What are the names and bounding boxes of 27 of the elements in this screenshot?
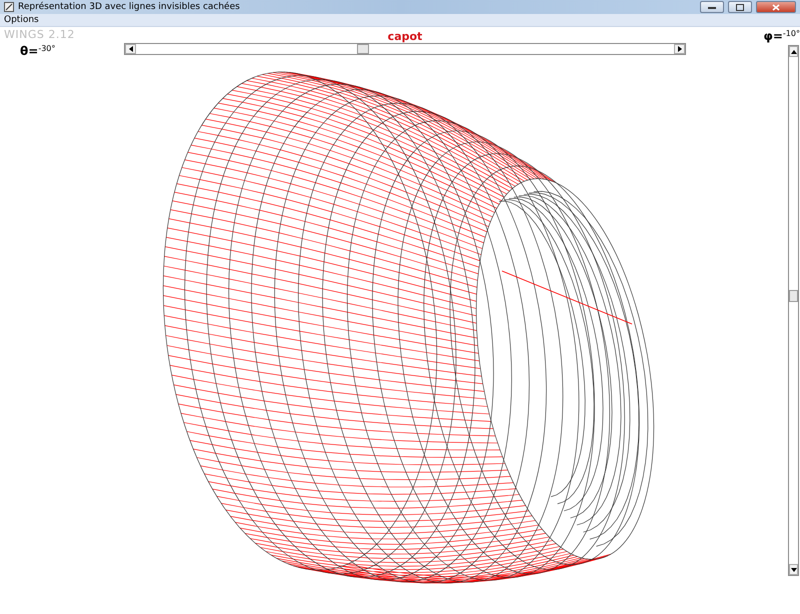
right-arrow-icon — [676, 46, 682, 52]
minimize-button[interactable] — [700, 1, 724, 13]
phi-symbol: φ= — [763, 29, 783, 43]
down-arrow-button[interactable] — [789, 564, 798, 575]
left-arrow-button[interactable] — [125, 44, 136, 54]
theta-symbol: θ= — [20, 44, 38, 58]
part-title: capot — [388, 30, 422, 43]
minimize-icon — [708, 5, 716, 9]
up-arrow-button[interactable] — [789, 46, 798, 57]
close-button[interactable] — [756, 1, 796, 13]
up-arrow-icon — [790, 48, 796, 54]
left-arrow-icon — [128, 46, 134, 52]
right-arrow-button[interactable] — [674, 44, 685, 54]
window-title: Représentation 3D avec lignes invisibles cachées — [18, 2, 241, 12]
phi-reading: -10° — [782, 29, 800, 38]
theta-reading: -30° — [38, 44, 56, 53]
vertical-slider[interactable] — [788, 45, 799, 576]
slider-thumb[interactable] — [356, 44, 369, 54]
app-icon — [4, 2, 14, 12]
menu-item[interactable]: Options — [4, 15, 39, 25]
slider-thumb[interactable] — [789, 290, 798, 302]
horizontal-slider[interactable] — [124, 43, 686, 55]
down-arrow-icon — [790, 566, 796, 572]
version-label: WINGS 2.12 — [4, 28, 76, 41]
close-icon — [772, 4, 780, 10]
maximize-button[interactable] — [728, 1, 752, 13]
maximize-icon — [736, 4, 744, 10]
